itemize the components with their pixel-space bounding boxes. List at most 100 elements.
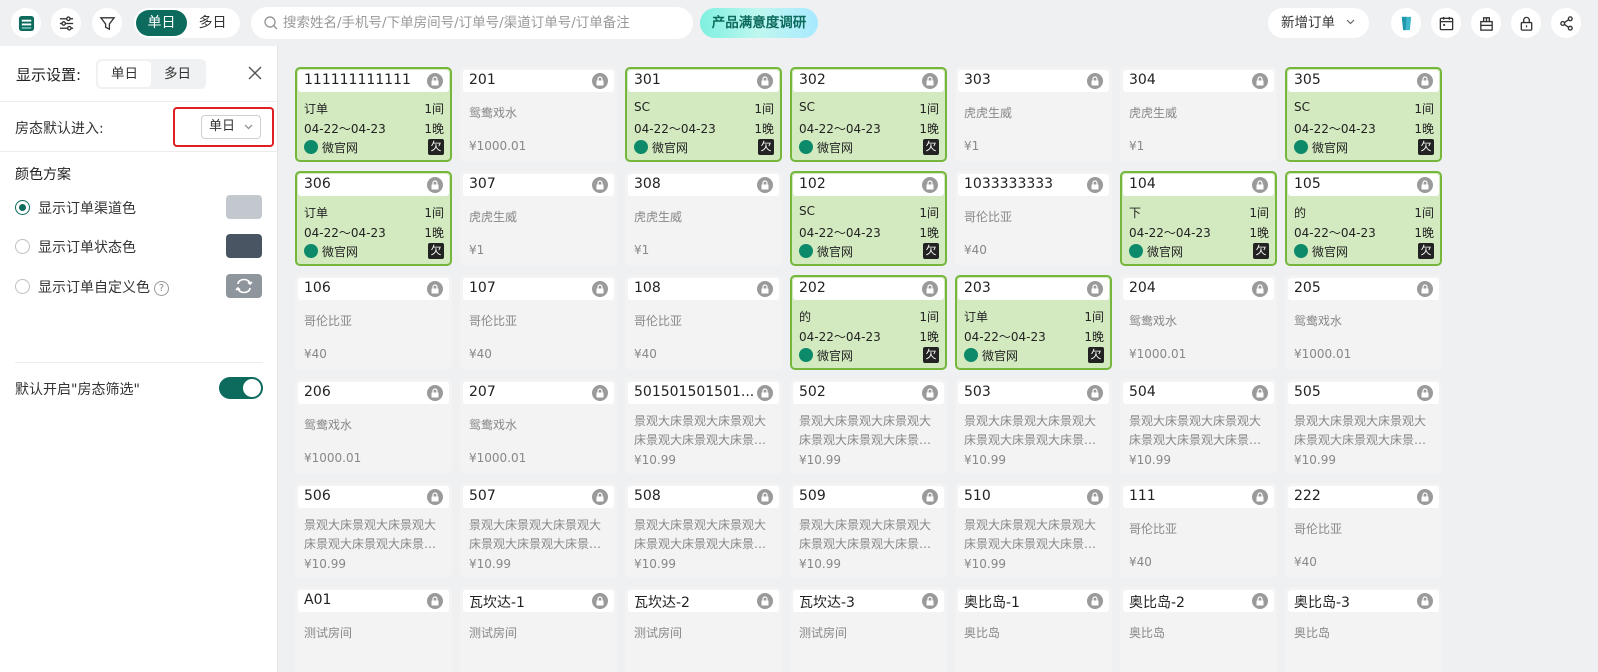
room-card[interactable]: 瓦坎达-1 测试房间: [460, 587, 617, 672]
default-enter-select[interactable]: 单日: [201, 115, 261, 139]
color-swatch[interactable]: [226, 195, 262, 219]
lock-icon[interactable]: [1252, 177, 1268, 193]
calendar-icon[interactable]: [1431, 8, 1461, 38]
radio-button[interactable]: [15, 200, 30, 215]
survey-button[interactable]: 产品满意度调研: [700, 8, 818, 38]
room-card[interactable]: 204 鸳鸯戏水 ¥1000.01: [1120, 275, 1277, 370]
lock-icon[interactable]: [427, 73, 443, 89]
room-card[interactable]: 505 景观大床景观大床景观大床景观大床景观大床景观大床 ¥10.99: [1285, 379, 1442, 474]
room-card[interactable]: 308 虎虎生威 ¥1: [625, 171, 782, 266]
filter-toggle-switch[interactable]: [219, 377, 263, 399]
lock-icon[interactable]: [1087, 281, 1103, 297]
close-icon[interactable]: [247, 65, 263, 81]
room-card[interactable]: 506 景观大床景观大床景观大床景观大床景观大床景观大床 ¥10.99: [295, 483, 452, 578]
lock-icon[interactable]: [592, 177, 608, 193]
lock-icon[interactable]: [592, 593, 608, 609]
lock-icon[interactable]: [922, 73, 938, 89]
lock-icon[interactable]: [592, 281, 608, 297]
search-input[interactable]: [283, 15, 683, 31]
lock-icon[interactable]: [1417, 177, 1433, 193]
lock-icon[interactable]: [1417, 281, 1433, 297]
room-card[interactable]: 瓦坎达-2 测试房间: [625, 587, 782, 672]
single-day-tab[interactable]: 单日: [136, 10, 187, 36]
lock-icon[interactable]: [922, 385, 938, 401]
lock-icon[interactable]: [757, 593, 773, 609]
room-card[interactable]: 107 哥伦比亚 ¥40: [460, 275, 617, 370]
lock-icon[interactable]: [922, 593, 938, 609]
room-card[interactable]: 奥比岛-3 奥比岛: [1285, 587, 1442, 672]
cup-icon[interactable]: [1391, 8, 1421, 38]
lock-icon[interactable]: [757, 281, 773, 297]
room-card[interactable]: 510 景观大床景观大床景观大床景观大床景观大床景观大床 ¥10.99: [955, 483, 1112, 578]
lock-icon[interactable]: [922, 281, 938, 297]
lock-icon[interactable]: [1252, 489, 1268, 505]
multi-day-tab[interactable]: 多日: [187, 10, 238, 36]
lock-icon[interactable]: [757, 73, 773, 89]
app-logo-icon[interactable]: [11, 8, 41, 38]
room-card[interactable]: 1033333333 哥伦比亚 ¥40: [955, 171, 1112, 266]
new-order-dropdown[interactable]: 新增订单: [1268, 8, 1369, 38]
lock-icon[interactable]: [592, 385, 608, 401]
lock-icon[interactable]: [427, 281, 443, 297]
view-tab-single[interactable]: 单日: [98, 61, 151, 87]
lock-icon[interactable]: [427, 489, 443, 505]
room-card[interactable]: 奥比岛-1 奥比岛: [955, 587, 1112, 672]
room-card[interactable]: 瓦坎达-3 测试房间: [790, 587, 947, 672]
room-card[interactable]: 111 哥伦比亚 ¥40: [1120, 483, 1277, 578]
radio-button[interactable]: [15, 279, 30, 294]
room-card[interactable]: 206 鸳鸯戏水 ¥1000.01: [295, 379, 452, 474]
lock-icon[interactable]: [1087, 73, 1103, 89]
lock-icon[interactable]: [1087, 177, 1103, 193]
room-card[interactable]: 302 SC 1间 04-22～04-23 1晚 微官网 欠: [790, 67, 947, 162]
lock-icon[interactable]: [1087, 385, 1103, 401]
lock-icon[interactable]: [757, 489, 773, 505]
lock-icon[interactable]: [427, 177, 443, 193]
color-option-custom[interactable]: 显示订单自定义色?: [15, 274, 265, 298]
room-card[interactable]: 509 景观大床景观大床景观大床景观大床景观大床景观大床 ¥10.99: [790, 483, 947, 578]
room-card[interactable]: 202 的 1间 04-22～04-23 1晚 微官网 欠: [790, 275, 947, 370]
room-card[interactable]: 502 景观大床景观大床景观大床景观大床景观大床景观大床 ¥10.99: [790, 379, 947, 474]
room-card[interactable]: 205 鸳鸯戏水 ¥1000.01: [1285, 275, 1442, 370]
room-card[interactable]: 奥比岛-2 奥比岛: [1120, 587, 1277, 672]
room-card[interactable]: 111111111111 订单 1间 04-22～04-23 1晚 微官网 欠: [295, 67, 452, 162]
lock-icon[interactable]: [427, 593, 443, 609]
room-card[interactable]: 108 哥伦比亚 ¥40: [625, 275, 782, 370]
room-card[interactable]: 507 景观大床景观大床景观大床景观大床景观大床景观大床 ¥10.99: [460, 483, 617, 578]
lock-icon[interactable]: [1252, 385, 1268, 401]
refresh-color-button[interactable]: [226, 274, 262, 298]
room-card[interactable]: 501501501501... 景观大床景观大床景观大床景观大床景观大床景观大床 ¥…: [625, 379, 782, 474]
lock-icon[interactable]: [1417, 385, 1433, 401]
lock-icon[interactable]: [1252, 281, 1268, 297]
room-card[interactable]: 504 景观大床景观大床景观大床景观大床景观大床景观大床 ¥10.99: [1120, 379, 1277, 474]
lock-icon[interactable]: [592, 489, 608, 505]
room-card[interactable]: 203 订单 1间 04-22～04-23 1晚 微官网 欠: [955, 275, 1112, 370]
room-card[interactable]: 301 SC 1间 04-22～04-23 1晚 微官网 欠: [625, 67, 782, 162]
lock-icon[interactable]: [922, 177, 938, 193]
room-card[interactable]: 104 下 1间 04-22～04-23 1晚 微官网 欠: [1120, 171, 1277, 266]
building-icon[interactable]: [1471, 8, 1501, 38]
lock-icon[interactable]: [1087, 489, 1103, 505]
lock-icon[interactable]: [757, 177, 773, 193]
room-card[interactable]: 307 虎虎生威 ¥1: [460, 171, 617, 266]
view-tab-multi[interactable]: 多日: [151, 61, 204, 87]
room-card[interactable]: 503 景观大床景观大床景观大床景观大床景观大床景观大床 ¥10.99: [955, 379, 1112, 474]
color-swatch[interactable]: [226, 234, 262, 258]
sliders-icon[interactable]: [51, 8, 81, 38]
room-card[interactable]: 106 哥伦比亚 ¥40: [295, 275, 452, 370]
help-icon[interactable]: ?: [154, 281, 169, 296]
color-option-status[interactable]: 显示订单状态色: [15, 234, 265, 258]
room-card[interactable]: 201 鸳鸯戏水 ¥1000.01: [460, 67, 617, 162]
lock-icon[interactable]: [1417, 489, 1433, 505]
lock-icon[interactable]: [757, 385, 773, 401]
room-card[interactable]: 304 虎虎生威 ¥1: [1120, 67, 1277, 162]
lock-icon[interactable]: [592, 73, 608, 89]
lock-icon[interactable]: [1252, 593, 1268, 609]
room-card[interactable]: 305 SC 1间 04-22～04-23 1晚 微官网 欠: [1285, 67, 1442, 162]
room-card[interactable]: 306 订单 1间 04-22～04-23 1晚 微官网 欠: [295, 171, 452, 266]
lock-icon[interactable]: [1087, 593, 1103, 609]
color-option-channel[interactable]: 显示订单渠道色: [15, 195, 265, 219]
room-card[interactable]: 102 SC 1间 04-22～04-23 1晚 微官网 欠: [790, 171, 947, 266]
filter-icon[interactable]: [92, 8, 122, 38]
lock-icon[interactable]: [1511, 8, 1541, 38]
room-card[interactable]: 222 哥伦比亚 ¥40: [1285, 483, 1442, 578]
